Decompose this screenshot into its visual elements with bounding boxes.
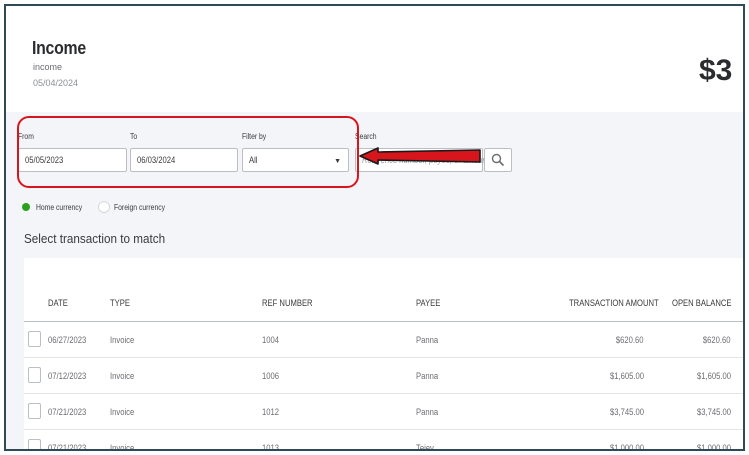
table-row[interactable]: 06/27/2023 Invoice 1004 Panna $620.60 $6… bbox=[24, 322, 743, 358]
to-label: To bbox=[130, 132, 138, 141]
row-edge bbox=[744, 331, 745, 349]
col-header-type[interactable]: TYPE bbox=[110, 298, 130, 308]
cell-amount: $620.60 bbox=[616, 335, 644, 345]
row-edge bbox=[744, 439, 745, 451]
window-frame: Income income 05/04/2024 $3 From 05/05/2… bbox=[4, 4, 745, 451]
cell-ref: 1006 bbox=[262, 371, 280, 381]
search-button[interactable] bbox=[484, 148, 512, 172]
cell-payee: Panna bbox=[416, 335, 439, 345]
col-header-payee[interactable]: PAYEE bbox=[416, 298, 440, 308]
row-checkbox[interactable] bbox=[28, 439, 41, 449]
transactions-table: DATE TYPE REF NUMBER PAYEE TRANSACTION A… bbox=[24, 258, 745, 451]
cell-ref: 1012 bbox=[262, 407, 280, 417]
search-icon bbox=[491, 153, 505, 167]
from-label: From bbox=[18, 132, 34, 141]
from-date-input[interactable]: 05/05/2023 bbox=[18, 148, 127, 172]
filterby-value: All bbox=[249, 155, 258, 165]
row-edge bbox=[744, 403, 745, 421]
cell-ref: 1004 bbox=[262, 335, 280, 345]
row-checkbox[interactable] bbox=[28, 331, 41, 347]
cell-amount: $3,745.00 bbox=[609, 407, 644, 417]
search-label: Search bbox=[355, 132, 377, 141]
col-header-date[interactable]: DATE bbox=[48, 298, 68, 308]
filterby-select[interactable]: All ▼ bbox=[242, 148, 349, 172]
col-header-amount[interactable]: TRANSACTION AMOUNT bbox=[569, 298, 661, 308]
foreign-currency-label: Foreign currency bbox=[114, 202, 166, 212]
to-date-value: 06/03/2024 bbox=[137, 155, 176, 165]
cell-type: Invoice bbox=[110, 335, 135, 345]
from-date-value: 05/05/2023 bbox=[25, 155, 64, 165]
annotation-arrow-icon bbox=[359, 147, 481, 165]
cell-date: 06/27/2023 bbox=[48, 335, 87, 345]
cell-amount: $1,605.00 bbox=[609, 371, 644, 381]
cell-payee: Panna bbox=[416, 371, 439, 381]
filterby-label: Filter by bbox=[242, 132, 267, 141]
page-date: 05/04/2024 bbox=[33, 78, 79, 88]
currency-toggle: Home currency Foreign currency bbox=[22, 200, 174, 214]
row-checkbox[interactable] bbox=[28, 403, 41, 419]
caret-down-icon: ▼ bbox=[334, 158, 341, 165]
foreign-currency-radio[interactable] bbox=[98, 201, 111, 213]
cell-balance: $1,605.00 bbox=[696, 371, 731, 381]
col-header-ref[interactable]: REF NUMBER bbox=[262, 298, 313, 308]
table-row[interactable]: 07/21/2023 Invoice 1012 Panna $3,745.00 … bbox=[24, 394, 743, 430]
table-row[interactable]: 07/12/2023 Invoice 1006 Panna $1,605.00 … bbox=[24, 358, 743, 394]
cell-type: Invoice bbox=[110, 407, 135, 417]
cell-date: 07/21/2023 bbox=[48, 443, 87, 451]
page-header: Income income 05/04/2024 $3 bbox=[6, 6, 743, 112]
section-title: Select transaction to match bbox=[24, 231, 166, 246]
cell-balance: $1,000.00 bbox=[696, 443, 731, 451]
cell-payee: Panna bbox=[416, 407, 439, 417]
cell-balance: $3,745.00 bbox=[696, 407, 731, 417]
page-title: Income bbox=[32, 38, 86, 58]
cell-type: Invoice bbox=[110, 443, 135, 451]
table-row[interactable]: 07/21/2023 Invoice 1013 Tejey $1,000.00 … bbox=[24, 430, 745, 451]
home-currency-label: Home currency bbox=[36, 202, 83, 212]
cell-payee: Tejey bbox=[416, 443, 434, 451]
cell-amount: $1,000.00 bbox=[609, 443, 644, 451]
cell-balance: $620.60 bbox=[703, 335, 731, 345]
cell-type: Invoice bbox=[110, 371, 135, 381]
to-date-input[interactable]: 06/03/2024 bbox=[130, 148, 238, 172]
col-header-balance[interactable]: OPEN BALANCE bbox=[672, 298, 732, 308]
cell-ref: 1013 bbox=[262, 443, 280, 451]
row-edge bbox=[744, 367, 745, 385]
row-checkbox[interactable] bbox=[28, 367, 41, 383]
page-subtitle: income bbox=[33, 62, 63, 72]
home-currency-radio[interactable] bbox=[22, 203, 30, 211]
total-amount: $3 bbox=[699, 54, 733, 87]
cell-date: 07/12/2023 bbox=[48, 371, 87, 381]
cell-date: 07/21/2023 bbox=[48, 407, 87, 417]
